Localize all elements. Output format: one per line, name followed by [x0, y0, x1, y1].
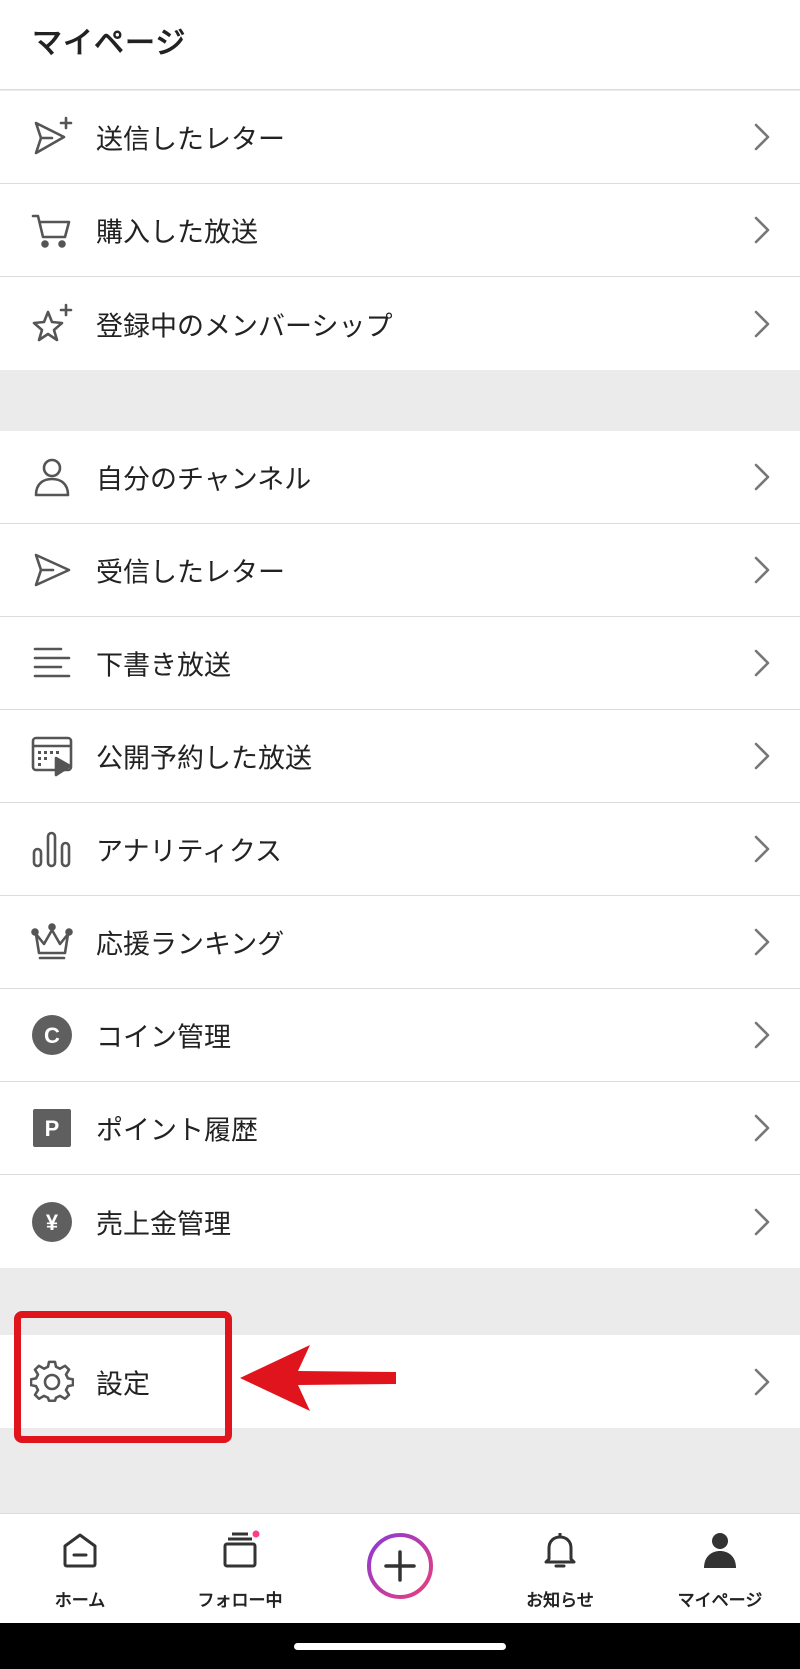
chevron-right-icon	[754, 310, 770, 337]
notification-dot	[252, 1530, 260, 1538]
menu-item-coin-management[interactable]: C コイン管理	[0, 989, 800, 1082]
plus-icon	[367, 1533, 433, 1599]
tab-following[interactable]: フォロー中	[160, 1514, 320, 1624]
menu-item-label: アナリティクス	[96, 836, 283, 868]
menu-item-label: ポイント履歴	[96, 1115, 258, 1147]
menu-item-my-channel[interactable]: 自分のチャンネル	[0, 431, 800, 524]
send-plus-icon	[30, 115, 74, 159]
bottom-tab-bar: ホーム フォロー中 お知らせ マイページ	[0, 1513, 800, 1623]
menu-item-label: 受信したレター	[96, 557, 285, 589]
menu-item-scheduled-broadcasts[interactable]: 公開予約した放送	[0, 710, 800, 803]
page-title: マイページ	[32, 26, 187, 61]
tab-mypage-label: マイページ	[677, 1591, 763, 1611]
home-indicator[interactable]	[294, 1643, 506, 1650]
calendar-play-icon	[30, 734, 74, 778]
chevron-right-icon	[754, 649, 770, 677]
menu-item-sent-letters[interactable]: 送信したレター	[0, 91, 800, 184]
menu-item-label: 下書き放送	[96, 650, 231, 682]
cards-stack-icon	[218, 1528, 262, 1572]
bell-icon	[538, 1528, 582, 1572]
menu-item-label: 売上金管理	[96, 1209, 231, 1240]
person-filled-icon	[698, 1528, 742, 1572]
yen-icon: ¥	[30, 1200, 74, 1244]
tab-create[interactable]	[320, 1514, 480, 1624]
yen-glyph: ¥	[46, 1210, 59, 1235]
menu-item-label: 送信したレター	[96, 124, 285, 156]
menu-item-purchased-broadcasts[interactable]: 購入した放送	[0, 184, 800, 277]
menu-item-analytics[interactable]: アナリティクス	[0, 803, 800, 896]
tab-mypage[interactable]: マイページ	[640, 1514, 800, 1624]
coin-icon: C	[30, 1013, 74, 1057]
menu-item-label: 自分のチャンネル	[96, 464, 312, 496]
menu-item-point-history[interactable]: P ポイント履歴	[0, 1082, 800, 1175]
chevron-right-icon	[754, 1208, 770, 1235]
star-plus-icon	[30, 302, 74, 346]
send-icon	[30, 548, 74, 592]
tab-notifications-label: お知らせ	[526, 1591, 594, 1611]
bar-chart-icon	[30, 827, 74, 871]
tab-home-label: ホーム	[54, 1591, 106, 1611]
menu-section-letters: 送信したレター 購入した放送 登録中のメンバーシップ	[0, 91, 800, 370]
cart-icon	[30, 208, 74, 252]
chevron-right-icon	[754, 216, 770, 244]
chevron-right-icon	[754, 1114, 770, 1142]
menu-item-label: 公開予約した放送	[96, 743, 312, 775]
menu-item-sales-management[interactable]: ¥ 売上金管理	[0, 1175, 800, 1268]
tab-home[interactable]: ホーム	[0, 1514, 160, 1624]
menu-item-label: コイン管理	[96, 1022, 231, 1054]
menu-item-memberships[interactable]: 登録中のメンバーシップ	[0, 277, 800, 370]
menu-item-label: 登録中のメンバーシップ	[96, 311, 393, 342]
annotation-arrow-icon	[240, 1345, 396, 1411]
create-broadcast-button[interactable]	[366, 1532, 434, 1600]
annotation-highlight-box	[14, 1311, 232, 1443]
coin-glyph: C	[44, 1023, 60, 1048]
menu-item-label: 応援ランキング	[96, 929, 285, 961]
person-icon	[30, 455, 74, 499]
menu-section-channel: 自分のチャンネル 受信したレター 下書き放送 公開予約した放送 アナリティクス …	[0, 431, 800, 1268]
menu-item-draft-broadcasts[interactable]: 下書き放送	[0, 617, 800, 710]
chevron-right-icon	[754, 1368, 770, 1395]
system-home-indicator-area	[0, 1623, 800, 1669]
chevron-right-icon	[754, 123, 770, 151]
point-glyph: P	[45, 1116, 60, 1141]
chevron-right-icon	[754, 742, 770, 770]
menu-item-support-ranking[interactable]: 応援ランキング	[0, 896, 800, 989]
chevron-right-icon	[754, 556, 770, 584]
chevron-right-icon	[754, 463, 770, 491]
tab-following-label: フォロー中	[197, 1591, 283, 1611]
lines-icon	[30, 641, 74, 685]
page-header: マイページ	[0, 0, 800, 90]
menu-item-label: 購入した放送	[96, 217, 258, 249]
tab-notifications[interactable]: お知らせ	[480, 1514, 640, 1624]
chevron-right-icon	[754, 928, 770, 956]
chevron-right-icon	[754, 1021, 770, 1049]
crown-icon	[30, 920, 74, 964]
chevron-right-icon	[754, 835, 770, 863]
home-icon	[58, 1528, 102, 1572]
menu-item-received-letters[interactable]: 受信したレター	[0, 524, 800, 617]
point-icon: P	[30, 1106, 74, 1150]
